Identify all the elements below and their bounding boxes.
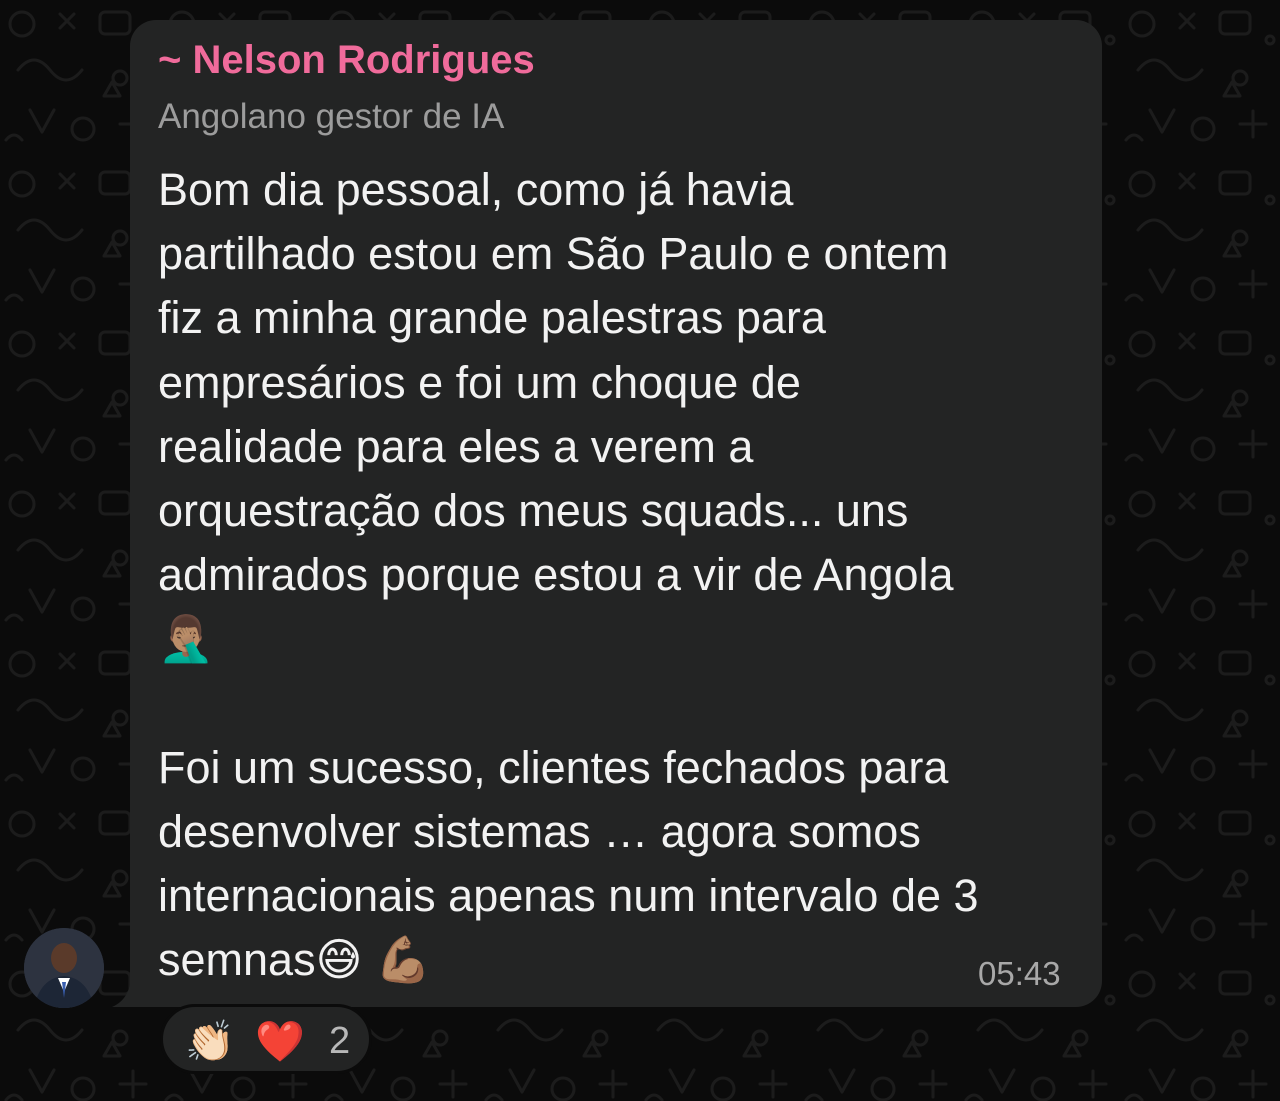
sender-name[interactable]: ~ Nelson Rodrigues	[158, 36, 535, 84]
facepalm-emoji-icon: 🤦🏽‍♂️	[158, 612, 215, 666]
message-text: Bom dia pessoal, como já havia partilhad…	[158, 158, 1078, 992]
message-line: Foi um sucesso, clientes fechados para	[158, 741, 949, 793]
message-line: realidade para eles a verem a	[158, 420, 754, 472]
message-line-emoji: 🤦🏽‍♂️	[158, 607, 1078, 671]
sweat-smile-emoji-icon: 😅	[315, 933, 363, 987]
message-line: orquestração dos meus squads... uns	[158, 484, 909, 536]
message-timestamp: 05:43	[978, 955, 1061, 992]
message-line: internacionais apenas num intervalo de 3	[158, 870, 979, 922]
message-line: empresários e foi um choque de	[158, 356, 801, 408]
message-line: admirados porque estou a vir de Angola	[158, 549, 954, 601]
message-line: fiz a minha grande palestras para	[158, 292, 826, 344]
clapping-hands-reaction-icon: 👏🏻	[185, 1019, 235, 1065]
flexed-bicep-emoji-icon: 💪🏽	[375, 933, 432, 987]
message-line: partilhado estou em São Paulo e ontem	[158, 228, 949, 280]
sender-avatar[interactable]	[24, 928, 104, 1008]
message-line: Bom dia pessoal, como já havia	[158, 164, 794, 215]
reactions-pill[interactable]: 👏🏻 ❤️ 2	[160, 1004, 372, 1074]
message-line-text: semnas	[158, 934, 316, 986]
message-line: desenvolver sistemas … agora somos	[158, 805, 921, 857]
person-avatar-icon	[24, 928, 104, 1008]
message-line-last: semnas😅 💪🏽	[158, 928, 1078, 992]
sender-about: Angolano gestor de IA	[158, 97, 505, 136]
heart-reaction-icon: ❤️	[255, 1019, 305, 1065]
reaction-count: 2	[329, 1020, 351, 1062]
message-line-blank	[158, 672, 1078, 736]
